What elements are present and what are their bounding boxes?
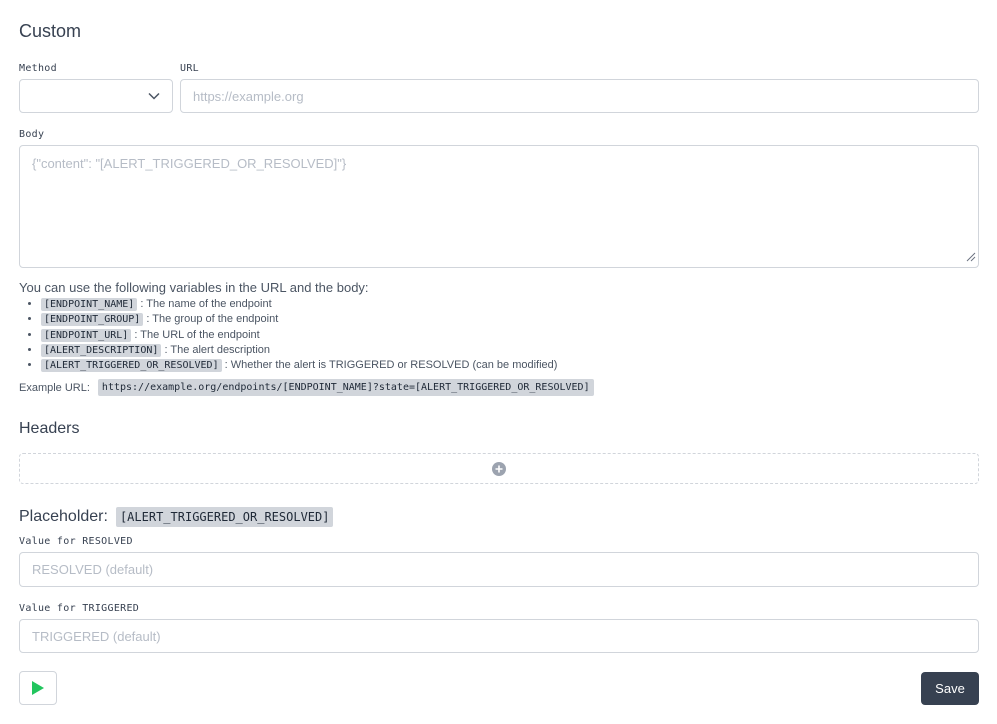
variable-desc: : The URL of the endpoint <box>131 328 260 341</box>
triggered-placeholder: TRIGGERED (default) <box>32 628 161 644</box>
resolved-placeholder: RESOLVED (default) <box>32 562 154 577</box>
example-url-label: Example URL: <box>19 381 90 394</box>
variable-code: [ALERT_TRIGGERED_OR_RESOLVED] <box>41 359 222 373</box>
plus-circle-icon <box>492 461 506 476</box>
resolved-label: Value for RESOLVED <box>19 536 133 547</box>
save-button[interactable]: Save <box>921 672 979 705</box>
placeholder-row: Placeholder: [ALERT_TRIGGERED_OR_RESOLVE… <box>19 507 334 527</box>
triggered-label-prefix: Value for <box>19 603 83 614</box>
body-label: Body <box>19 129 45 140</box>
variable-item: [ALERT_DESCRIPTION] : The alert descript… <box>41 343 979 358</box>
variable-code: [ALERT_DESCRIPTION] <box>41 343 162 357</box>
play-icon <box>31 680 45 696</box>
add-header-button[interactable] <box>19 453 979 484</box>
variable-desc: : The name of the endpoint <box>137 298 272 310</box>
method-label: Method <box>19 63 57 74</box>
body-textarea[interactable]: {"content": "[ALERT_TRIGGERED_OR_RESOLVE… <box>19 145 979 268</box>
headers-title: Headers <box>19 420 80 437</box>
variable-item: [ENDPOINT_NAME] : The name of the endpoi… <box>41 297 979 312</box>
variables-list-wrap: [ENDPOINT_NAME] : The name of the endpoi… <box>19 297 979 373</box>
resolved-input[interactable]: RESOLVED (default) <box>19 552 979 587</box>
triggered-input[interactable]: TRIGGERED (default) <box>19 619 979 653</box>
variable-item: [ENDPOINT_URL] : The URL of the endpoint <box>41 328 979 343</box>
variable-desc: : The group of the endpoint <box>143 313 279 326</box>
placeholder-code: [ALERT_TRIGGERED_OR_RESOLVED] <box>115 507 334 527</box>
variable-desc: : Whether the alert is TRIGGERED or RESO… <box>221 359 558 372</box>
variable-code: [ENDPOINT_NAME] <box>41 298 138 311</box>
variable-code: [ENDPOINT_GROUP] <box>41 313 144 327</box>
resolved-label-code: RESOLVED <box>82 536 133 547</box>
section-title: Custom <box>19 21 82 41</box>
variable-code: [ENDPOINT_URL] <box>41 328 132 342</box>
method-select[interactable] <box>19 79 173 113</box>
variables-intro: You can use the following variables in t… <box>19 280 369 295</box>
url-input[interactable]: https://example.org <box>180 79 979 113</box>
chevron-down-icon <box>148 92 160 100</box>
resize-handle-icon[interactable] <box>964 250 976 265</box>
triggered-label: Value for TRIGGERED <box>19 603 139 614</box>
triggered-label-code: TRIGGERED <box>82 603 140 614</box>
variable-item: [ENDPOINT_GROUP] : The group of the endp… <box>41 312 979 327</box>
placeholder-title: Placeholder: <box>19 508 108 525</box>
resolved-label-prefix: Value for <box>19 536 83 547</box>
variables-list: [ENDPOINT_NAME] : The name of the endpoi… <box>19 297 979 373</box>
variable-item: [ALERT_TRIGGERED_OR_RESOLVED] : Whether … <box>41 358 979 373</box>
example-url-row: Example URL: https://example.org/endpoin… <box>19 379 594 396</box>
body-placeholder: {"content": "[ALERT_TRIGGERED_OR_RESOLVE… <box>32 156 347 171</box>
test-button[interactable] <box>19 671 57 705</box>
url-placeholder: https://example.org <box>193 88 304 104</box>
variable-desc: : The alert description <box>161 343 271 356</box>
url-label: URL <box>180 63 199 74</box>
example-url-code: https://example.org/endpoints/[ENDPOINT_… <box>97 379 594 396</box>
